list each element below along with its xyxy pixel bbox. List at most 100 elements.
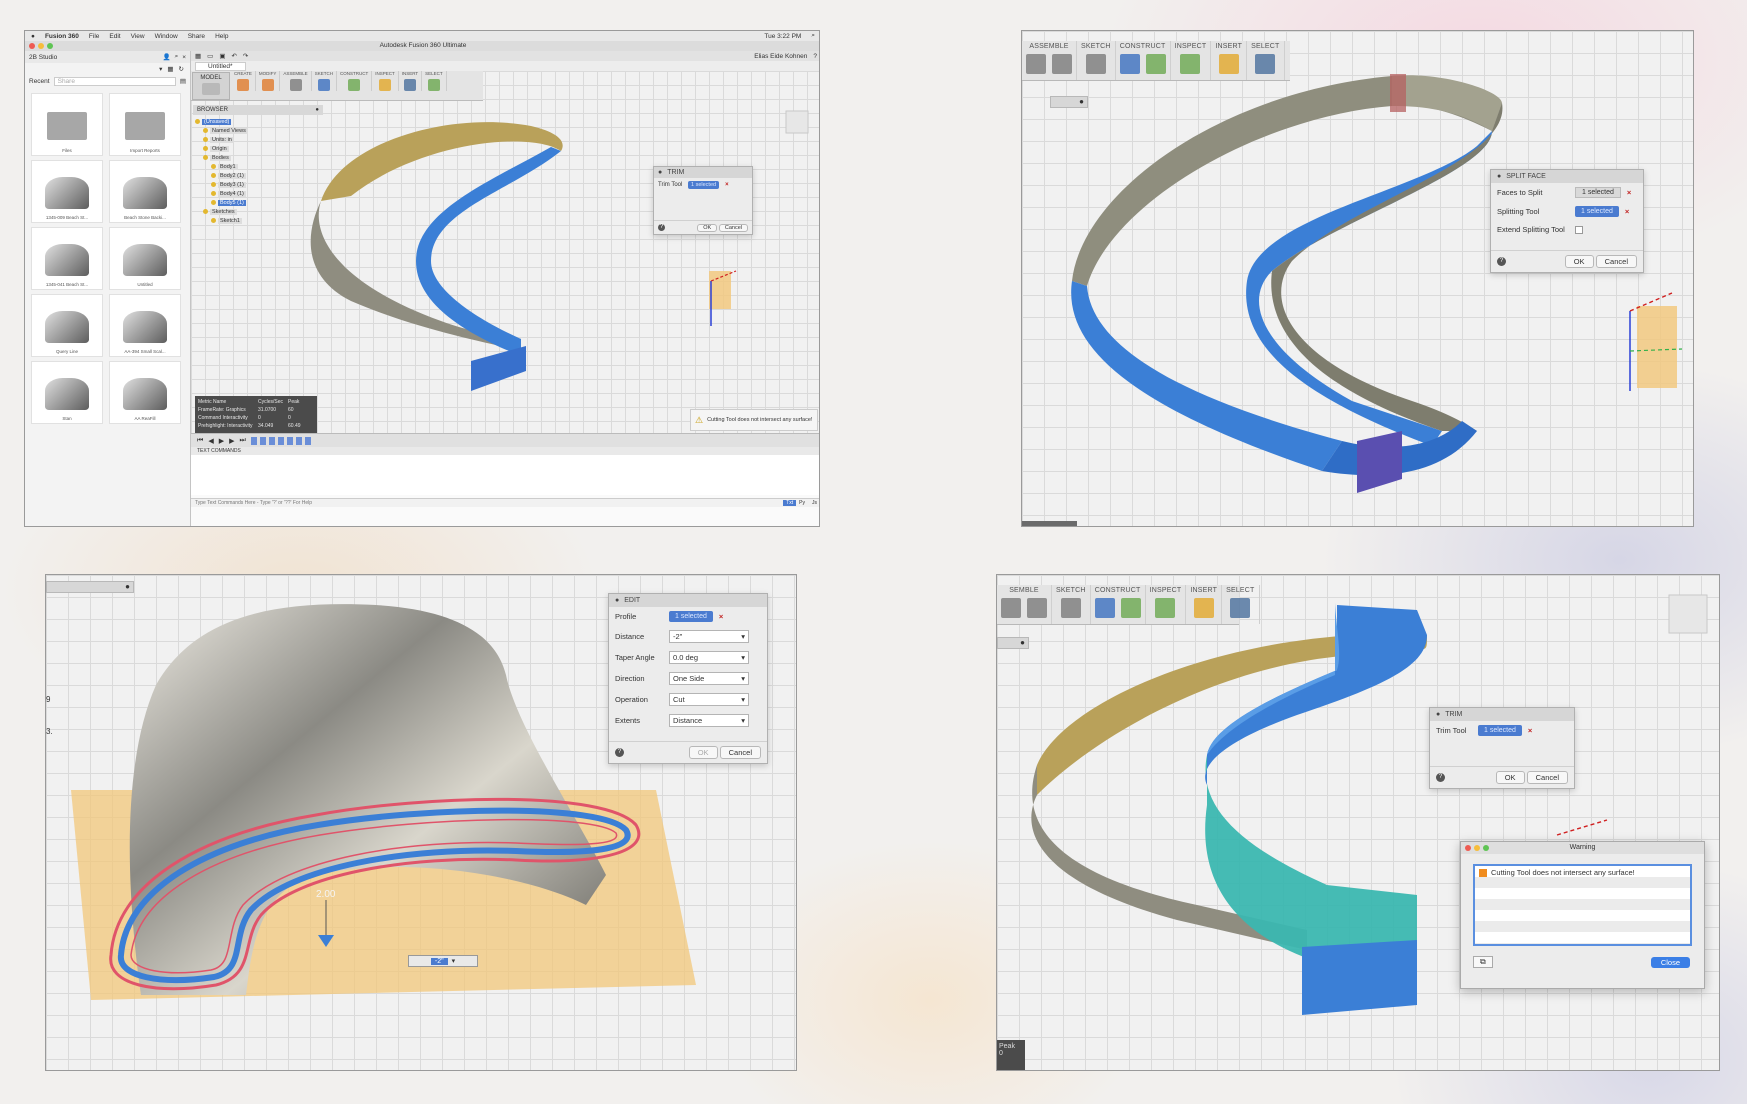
close-window-icon[interactable]	[29, 43, 35, 49]
timeline-features[interactable]	[250, 436, 313, 445]
help-icon[interactable]: ?	[1497, 257, 1506, 266]
people-icon[interactable]: 👤	[162, 53, 170, 61]
direction-field[interactable]: One Side ▾	[669, 672, 749, 685]
cancel-button[interactable]: Cancel	[1526, 771, 1568, 784]
app-menu[interactable]: Fusion 360	[45, 33, 79, 40]
close-panel-icon[interactable]: ×	[182, 54, 186, 61]
copy-icon[interactable]: ⧉	[1473, 956, 1493, 968]
operation-field[interactable]: Cut ▾	[669, 693, 749, 706]
axis-red	[1556, 819, 1608, 836]
cancel-button[interactable]: Cancel	[718, 223, 748, 232]
save-icon[interactable]: ▣	[219, 52, 225, 60]
data-item[interactable]: AA ReaFill	[109, 361, 181, 424]
end-icon[interactable]: ⏭	[239, 437, 245, 445]
mode-py[interactable]: Py	[796, 500, 808, 506]
recent-filter[interactable]: Recent	[29, 78, 50, 85]
ok-button[interactable]: OK	[1564, 255, 1594, 268]
search-icon[interactable]: ⌕	[811, 32, 815, 40]
search-icon[interactable]: ⌕	[175, 53, 179, 61]
mode-txt[interactable]: Txt	[783, 500, 797, 506]
list-view-icon[interactable]: ▤	[180, 77, 186, 85]
close-window-icon[interactable]	[1465, 845, 1471, 851]
zoom-window-icon[interactable]	[47, 43, 53, 49]
clear-icon[interactable]: ×	[719, 612, 723, 621]
minimize-window-icon[interactable]	[1474, 845, 1480, 851]
file-icon[interactable]: ▭	[207, 52, 213, 60]
menu-help[interactable]: Help	[215, 33, 228, 40]
help-icon[interactable]: ?	[1436, 773, 1445, 782]
clear-faces-icon[interactable]: ×	[1627, 188, 1631, 197]
scroll-indicator[interactable]	[1022, 521, 1077, 526]
distance-input-box[interactable]: -2" ▾	[408, 955, 478, 967]
data-item[interactable]: 1345-009 Beach St...	[31, 160, 103, 223]
collapse-icon[interactable]: ●	[1497, 173, 1501, 180]
clear-icon[interactable]: ×	[1528, 726, 1532, 735]
dimension-label: 2.00	[316, 889, 336, 900]
data-item[interactable]: Untitled	[109, 227, 181, 290]
splitting-tool-selector[interactable]: 1 selected	[1575, 206, 1619, 217]
team-selector[interactable]: 2B Studio	[29, 54, 57, 61]
clear-icon[interactable]: ×	[725, 182, 729, 188]
mode-js[interactable]: Js	[808, 500, 819, 506]
grid-view-icon[interactable]: ▦	[167, 65, 173, 73]
ok-button[interactable]: OK	[1495, 771, 1525, 784]
taper-angle-field[interactable]: 0.0 deg ▾	[669, 651, 749, 664]
tab-document[interactable]: Untitled*	[195, 61, 246, 71]
cancel-button[interactable]: Cancel	[719, 746, 761, 759]
help-icon[interactable]: ?	[615, 748, 624, 757]
menu-file[interactable]: File	[89, 33, 99, 40]
play-icon[interactable]: ▶	[219, 437, 224, 445]
clear-tool-icon[interactable]: ×	[1625, 207, 1629, 216]
step-back-icon[interactable]: ◀	[208, 437, 213, 445]
data-item[interactable]: Query Line	[31, 294, 103, 357]
data-item-label: 1345-009 Beach St...	[45, 215, 89, 220]
data-item[interactable]: Files	[31, 93, 103, 156]
collapse-icon[interactable]: ●	[1436, 711, 1440, 718]
cancel-button[interactable]: Cancel	[1595, 255, 1637, 268]
rewind-icon[interactable]: ⏮	[197, 437, 203, 445]
trim-tool-selector[interactable]: 1 selected	[1478, 725, 1522, 736]
model-viewport[interactable]	[1022, 31, 1694, 527]
share-search-input[interactable]: Share	[53, 76, 176, 86]
warning-title: Warning	[1569, 844, 1596, 851]
data-item[interactable]: AA-394 Small Scal...	[109, 294, 181, 357]
model-viewport[interactable]	[191, 71, 820, 433]
distance-field[interactable]: -2" ▾	[669, 630, 749, 643]
extents-field[interactable]: Distance ▾	[669, 714, 749, 727]
undo-icon[interactable]: ↶	[231, 52, 236, 60]
filter-icon[interactable]: ▾	[159, 65, 162, 73]
extend-checkbox[interactable]	[1575, 225, 1583, 234]
menu-edit[interactable]: Edit	[109, 33, 120, 40]
faces-to-split-selector[interactable]: 1 selected	[1575, 187, 1621, 198]
menu-view[interactable]: View	[131, 33, 145, 40]
apps-grid-icon[interactable]: ▦	[195, 52, 201, 60]
collapse-icon[interactable]: ●	[615, 597, 619, 604]
minimize-window-icon[interactable]	[38, 43, 44, 49]
close-button[interactable]: Close	[1650, 956, 1690, 968]
data-item[interactable]: Stan	[31, 361, 103, 424]
step-forward-icon[interactable]: ▶	[229, 437, 234, 445]
collapse-icon[interactable]: ●	[658, 169, 662, 176]
help-icon[interactable]: ?	[813, 53, 817, 60]
warning-message-list: Cutting Tool does not intersect any surf…	[1473, 864, 1692, 946]
ok-button[interactable]: OK	[697, 223, 718, 232]
user-menu[interactable]: Elias Eide Kohnen	[754, 53, 807, 60]
help-icon[interactable]: ?	[658, 224, 665, 231]
data-item[interactable]: 1345-041 Beach St...	[31, 227, 103, 290]
edit-row-taper-angle: Taper Angle 0.0 deg ▾	[609, 647, 767, 668]
data-item[interactable]: Import Reports	[109, 93, 181, 156]
zoom-window-icon[interactable]	[1483, 845, 1489, 851]
model-viewport[interactable]	[997, 575, 1720, 1071]
trim-tool-selector[interactable]: 1 selected	[688, 181, 720, 189]
extrude-cut-view: ● 9 3. 2.00 -2" ▾ ● EDIT Profile 1 selected…	[45, 574, 797, 1071]
ok-button[interactable]: OK	[688, 746, 718, 759]
menu-share[interactable]: Share	[188, 33, 205, 40]
profile-selector[interactable]: 1 selected	[669, 611, 713, 622]
text-command-input[interactable]: Type Text Commands Here - Type '?' or '?…	[195, 500, 783, 506]
menu-window[interactable]: Window	[155, 33, 178, 40]
data-item[interactable]: Beach Stone Backi...	[109, 160, 181, 223]
redo-icon[interactable]: ↷	[243, 52, 248, 60]
refresh-icon[interactable]: ↻	[179, 65, 184, 73]
apple-icon[interactable]: ●	[31, 33, 35, 40]
olive-band	[1392, 75, 1502, 131]
